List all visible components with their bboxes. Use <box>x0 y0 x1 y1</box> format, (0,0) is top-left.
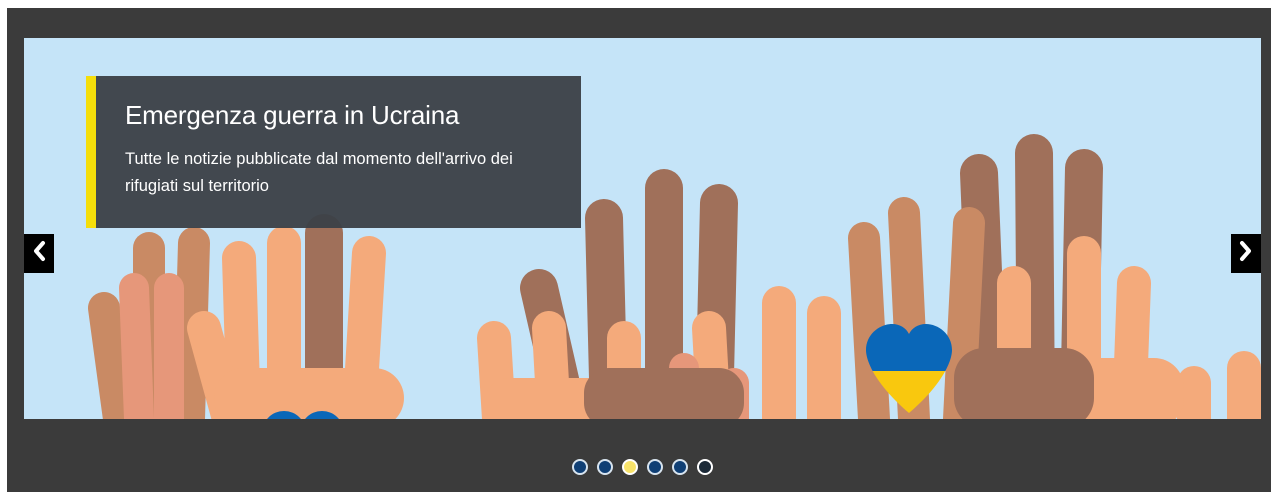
indicator-dot-1[interactable] <box>572 459 588 475</box>
indicator-dot-6[interactable] <box>697 459 713 475</box>
indicator-dot-5[interactable] <box>672 459 688 475</box>
slide-title[interactable]: Emergenza guerra in Ucraina <box>125 100 459 131</box>
slide-subtitle: Tutte le notizie pubblicate dal momento … <box>125 150 513 195</box>
caption-accent-bar <box>86 76 96 228</box>
carousel-prev-button[interactable] <box>24 234 54 273</box>
carousel-next-button[interactable] <box>1231 234 1261 273</box>
slide-caption: Emergenza guerra in Ucraina Tutte le not… <box>86 76 581 228</box>
indicator-dot-3-active[interactable] <box>622 459 638 475</box>
indicator-dot-4[interactable] <box>647 459 663 475</box>
chevron-left-icon <box>32 240 46 267</box>
indicator-dot-2[interactable] <box>597 459 613 475</box>
carousel-indicators <box>572 459 713 475</box>
chevron-right-icon <box>1239 240 1253 267</box>
